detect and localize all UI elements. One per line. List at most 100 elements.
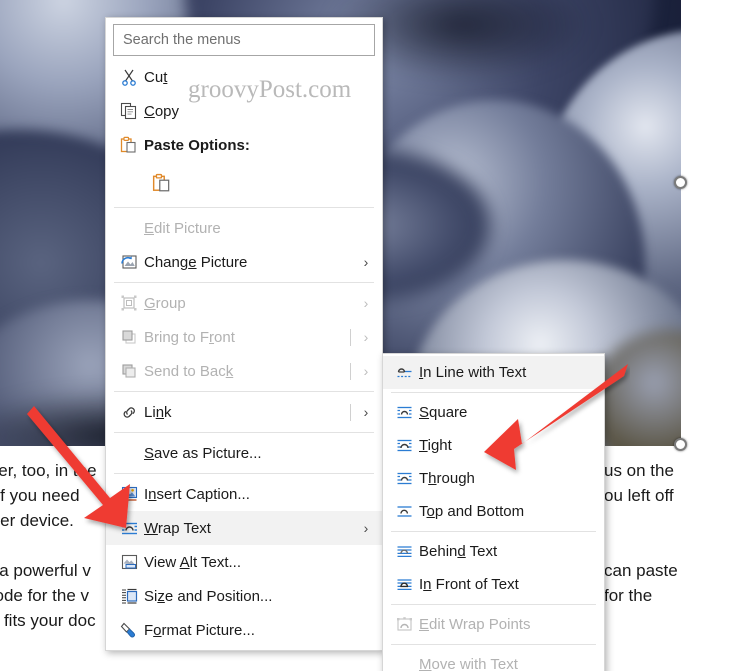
menu-item-label: Group	[144, 294, 186, 312]
wrap-behind-icon	[389, 541, 419, 563]
submenu-item-label: Move with Text	[419, 656, 518, 671]
chevron-right-icon: ›	[363, 254, 369, 270]
menu-divider-vertical	[350, 328, 351, 346]
doc-line: ou left off	[604, 486, 674, 505]
menu-item-label: Send to Back	[144, 362, 234, 380]
chevron-right-icon: ›	[363, 520, 369, 536]
menu-divider-vertical	[350, 403, 351, 421]
clipboard-icon	[114, 134, 144, 156]
menu-separator	[114, 432, 374, 433]
word-document-canvas: sier, too, in the . If you need ther dev…	[0, 0, 754, 671]
submenu-item-label: In Line with Text	[419, 364, 527, 381]
menu-item-change-picture[interactable]: Change Picture ›	[106, 245, 382, 279]
picture-context-menu: Cut Copy Paste Options:	[105, 17, 383, 651]
doc-line: can paste	[604, 561, 678, 580]
menu-item-send-to-back: Send to Back ›	[106, 354, 382, 388]
submenu-separator	[391, 644, 596, 645]
submenu-item-behind-text[interactable]: Behind Text	[383, 535, 604, 568]
link-icon	[114, 401, 144, 423]
chevron-right-icon: ›	[363, 329, 369, 345]
doc-line: us on the	[604, 461, 674, 480]
doc-line: st fits your doc	[0, 611, 96, 630]
chevron-right-icon: ›	[363, 363, 369, 379]
menu-item-wrap-text[interactable]: Wrap Text ›	[106, 511, 382, 545]
submenu-item-tight[interactable]: Tight	[383, 429, 604, 462]
group-icon	[114, 292, 144, 314]
alt-text-icon	[114, 551, 144, 573]
wrap-through-icon	[389, 468, 419, 490]
submenu-item-label: Through	[419, 470, 475, 487]
menu-item-link[interactable]: Link ›	[106, 395, 382, 429]
keep-source-formatting-button[interactable]	[152, 173, 172, 193]
chevron-right-icon: ›	[363, 404, 369, 420]
insert-caption-icon	[114, 483, 144, 505]
selection-handle-bottom-right[interactable]	[674, 438, 687, 451]
no-icon	[114, 442, 144, 464]
menu-item-label: View Alt Text...	[144, 553, 242, 571]
submenu-separator	[391, 531, 596, 532]
doc-line-blank	[0, 533, 97, 558]
paste-options-row	[106, 162, 382, 204]
menu-item-label: Paste Options:	[144, 136, 250, 154]
menu-item-bring-to-front: Bring to Front ›	[106, 320, 382, 354]
menu-item-label: Change Picture	[144, 253, 248, 271]
doc-line: for the	[604, 586, 653, 605]
menu-item-label: Size and Position...	[144, 587, 273, 605]
menu-item-save-as-picture[interactable]: Save as Picture...	[106, 436, 382, 470]
bring-to-front-icon	[114, 326, 144, 348]
doc-line-blank	[604, 533, 678, 558]
no-icon	[114, 217, 144, 239]
menu-item-label: Save as Picture...	[144, 444, 262, 462]
size-position-icon	[114, 585, 144, 607]
send-to-back-icon	[114, 360, 144, 382]
submenu-item-square[interactable]: Square	[383, 396, 604, 429]
menu-separator	[114, 282, 374, 283]
wrap-square-icon	[389, 402, 419, 424]
document-text-left-column: sier, too, in the . If you need ther dev…	[0, 458, 97, 633]
menu-item-group: Group ›	[106, 286, 382, 320]
menu-separator	[114, 473, 374, 474]
format-picture-icon	[114, 619, 144, 641]
change-picture-icon	[114, 251, 144, 273]
search-menus-input[interactable]	[113, 24, 375, 56]
doc-line: ther device.	[0, 511, 74, 530]
wrap-text-submenu: In Line with Text Square Tight Through T…	[382, 353, 605, 671]
submenu-item-label: Behind Text	[419, 543, 498, 560]
menu-item-label: Copy	[144, 102, 180, 120]
submenu-item-through[interactable]: Through	[383, 462, 604, 495]
menu-item-format-picture[interactable]: Format Picture...	[106, 613, 382, 647]
submenu-item-label: In Front of Text	[419, 576, 519, 593]
menu-separator	[114, 391, 374, 392]
scissors-icon	[114, 66, 144, 88]
menu-item-paste-options: Paste Options:	[106, 128, 382, 162]
doc-line: code for the v	[0, 586, 90, 605]
doc-line: s a powerful v	[0, 561, 91, 580]
wrap-tight-icon	[389, 435, 419, 457]
submenu-item-in-line-with-text[interactable]: In Line with Text	[383, 356, 604, 389]
menu-item-size-and-position[interactable]: Size and Position...	[106, 579, 382, 613]
menu-item-label: Edit Picture	[144, 219, 221, 237]
menu-divider-vertical	[350, 362, 351, 380]
document-text-right-column: us on the ou left off can paste for the	[604, 458, 678, 608]
menu-item-label: Link	[144, 403, 172, 421]
wrap-text-icon	[114, 517, 144, 539]
wrap-topbottom-icon	[389, 501, 419, 523]
edit-wrap-points-icon	[389, 614, 419, 636]
watermark-text: groovyPost.com	[188, 76, 352, 103]
wrap-inline-icon	[389, 362, 419, 384]
menu-item-insert-caption[interactable]: Insert Caption...	[106, 477, 382, 511]
menu-item-label: Format Picture...	[144, 621, 255, 639]
submenu-item-move-with-text: Move with Text	[383, 648, 604, 671]
submenu-item-in-front-of-text[interactable]: In Front of Text	[383, 568, 604, 601]
menu-item-view-alt-text[interactable]: View Alt Text...	[106, 545, 382, 579]
menu-item-label: Bring to Front	[144, 328, 235, 346]
submenu-item-top-and-bottom[interactable]: Top and Bottom	[383, 495, 604, 528]
doc-line: . If you need	[0, 486, 80, 505]
doc-line: sier, too, in the	[0, 461, 97, 480]
submenu-item-label: Edit Wrap Points	[419, 616, 531, 633]
copy-icon	[114, 100, 144, 122]
selection-handle-middle-right[interactable]	[674, 176, 687, 189]
search-the-menus-container	[106, 18, 382, 60]
submenu-separator	[391, 604, 596, 605]
submenu-item-label: Square	[419, 404, 468, 421]
